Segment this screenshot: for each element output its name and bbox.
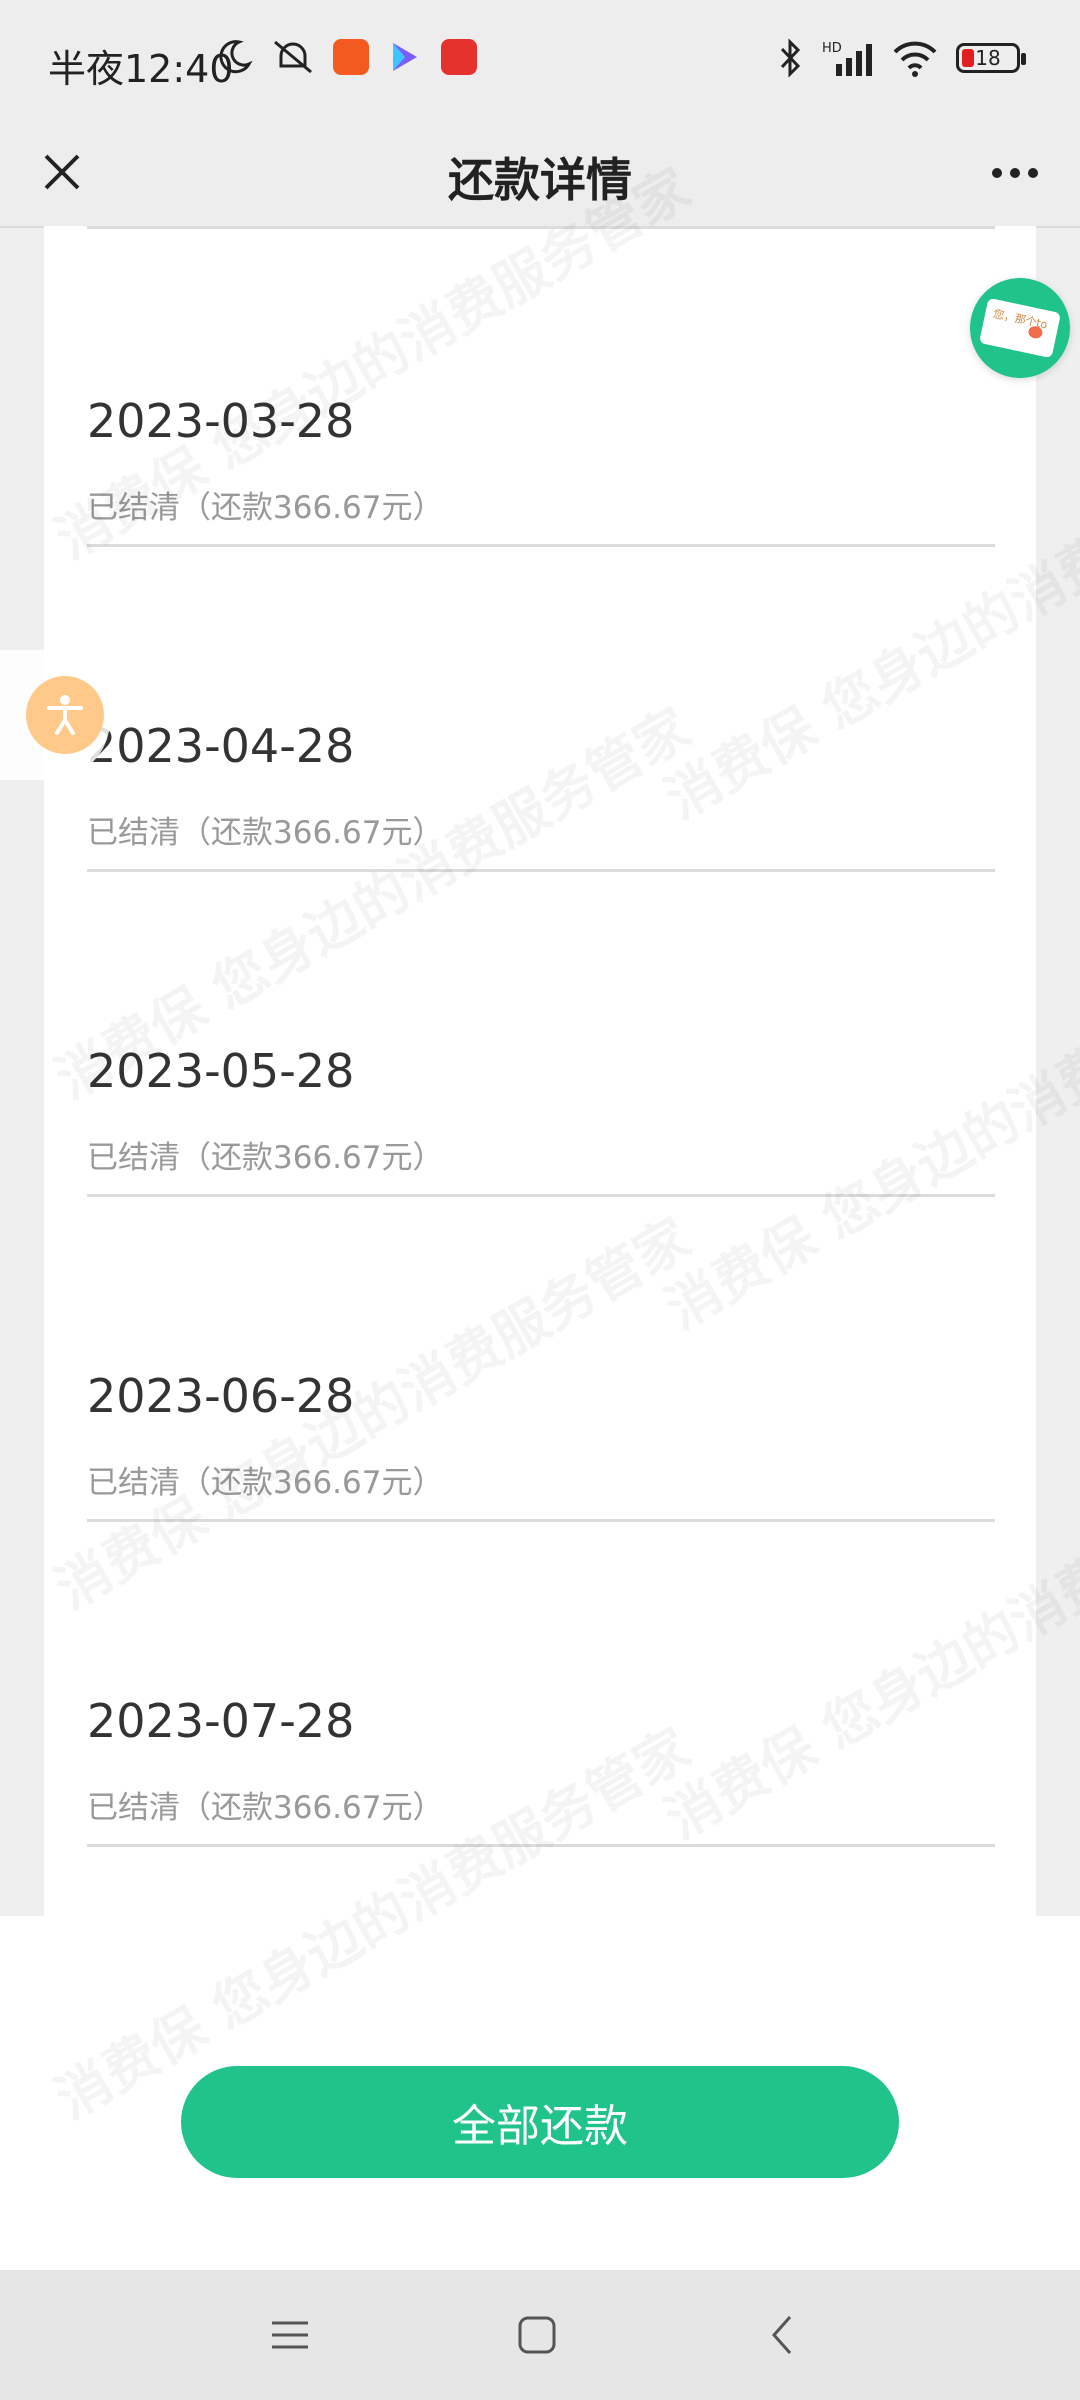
- more-options-button[interactable]: [980, 148, 1050, 198]
- bluetooth-icon: [780, 38, 801, 78]
- floating-mail-button[interactable]: 您，那个to: [970, 278, 1070, 378]
- pay-all-button[interactable]: 全部还款: [181, 2066, 899, 2178]
- envelope-icon: 您，那个to: [979, 297, 1061, 359]
- status-right-icons: HD 18: [778, 38, 1026, 78]
- divider: [87, 544, 995, 547]
- status-bar: 半夜12:40 HD 18: [0, 0, 1080, 120]
- svg-text:HD: HD: [822, 41, 842, 56]
- home-button[interactable]: [502, 2300, 572, 2370]
- crescent-moon-icon: [219, 40, 253, 74]
- installment-status: 已结清（还款366.67元）: [87, 815, 444, 851]
- page-title: 还款详情: [448, 153, 632, 207]
- menu-icon: [272, 2321, 308, 2349]
- divider: [87, 1519, 995, 1522]
- status-left-icons: [215, 38, 477, 76]
- installment-status: 已结清（还款366.67元）: [87, 1140, 444, 1176]
- divider: [87, 869, 995, 872]
- title-bar: 还款详情: [0, 120, 1080, 228]
- wifi-icon: [893, 41, 937, 77]
- installment-date: 2023-06-28: [87, 1369, 355, 1423]
- installment-list: 2023-03-28 已结清（还款366.67元） 2023-04-28 已结清…: [44, 226, 1036, 1916]
- recent-apps-button[interactable]: [255, 2300, 325, 2370]
- battery-icon: 18: [956, 43, 1026, 73]
- kandian-app-icon: [441, 39, 477, 75]
- system-nav-bar: [0, 2270, 1080, 2400]
- status-time: 半夜12:40: [48, 47, 234, 91]
- kuaishou-icon: [333, 39, 369, 75]
- installment-date: 2023-04-28: [87, 719, 355, 773]
- installment-status: 已结清（还款366.67元）: [87, 1790, 444, 1826]
- muted-bell-icon: [274, 40, 312, 74]
- installment-date: 2023-07-28: [87, 1694, 355, 1748]
- installment-date: 2023-05-28: [87, 1044, 355, 1098]
- back-button[interactable]: [748, 2300, 818, 2370]
- accessibility-float-button[interactable]: [0, 650, 110, 780]
- square-home-icon: [518, 2316, 556, 2354]
- play-store-icon: [393, 43, 417, 71]
- divider: [87, 1844, 995, 1847]
- hd-signal-icon: HD: [822, 41, 872, 76]
- more-dot-icon: [992, 168, 1002, 178]
- chevron-left-icon: [771, 2316, 792, 2354]
- divider: [87, 1194, 995, 1197]
- more-dot-icon: [1028, 168, 1038, 178]
- divider: [87, 226, 995, 229]
- installment-status: 已结清（还款366.67元）: [87, 490, 444, 526]
- battery-level: 18: [975, 46, 1001, 70]
- more-dot-icon: [1010, 168, 1020, 178]
- installment-status: 已结清（还款366.67元）: [87, 1465, 444, 1501]
- installment-date: 2023-03-28: [87, 394, 355, 448]
- accessibility-icon: [26, 676, 104, 754]
